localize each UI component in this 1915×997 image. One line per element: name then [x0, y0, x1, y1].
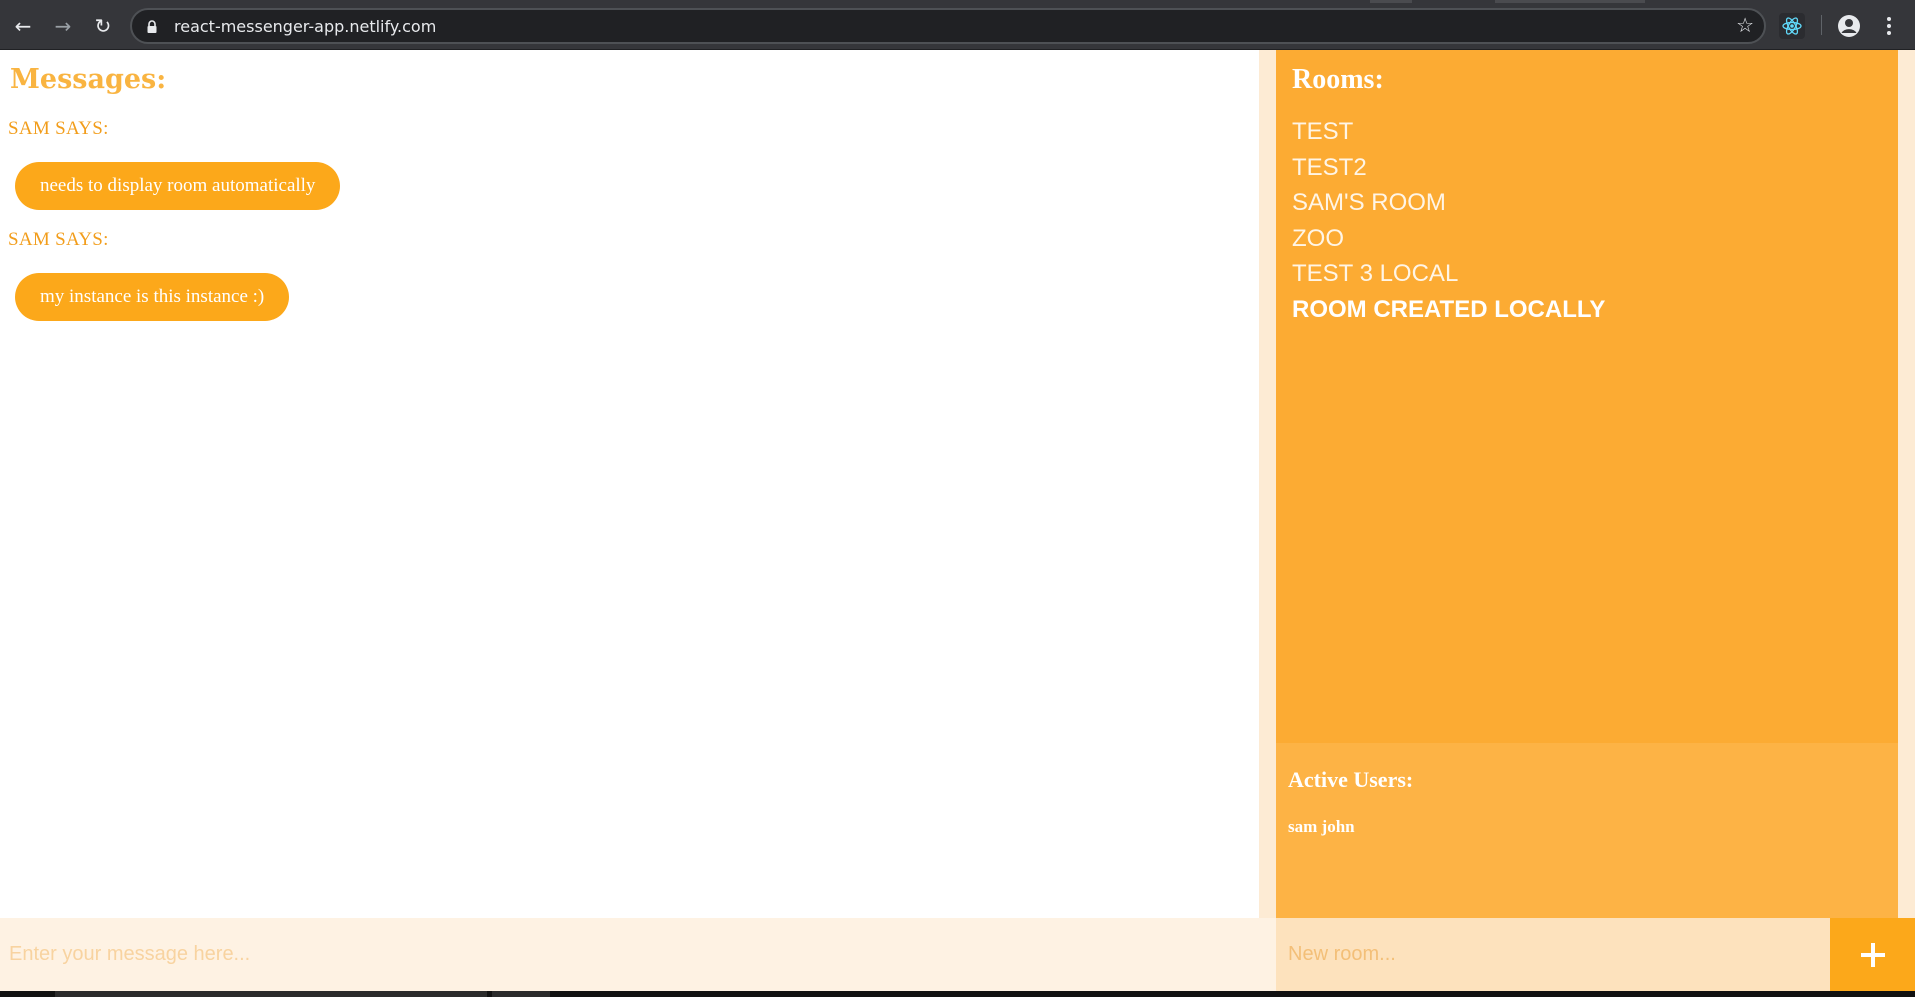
messages-pane: Messages: SAM SAYS: needs to display roo…: [0, 50, 1259, 918]
active-user-name: sam john: [1288, 817, 1355, 836]
taskbar-edge: [0, 991, 1915, 997]
back-icon[interactable]: ←: [9, 12, 37, 40]
react-devtools-extension-icon[interactable]: [1779, 13, 1805, 39]
forward-icon[interactable]: →: [49, 12, 77, 40]
address-bar[interactable]: react-messenger-app.netlify.com ☆: [130, 8, 1766, 44]
room-item-test[interactable]: TEST: [1292, 114, 1605, 150]
sidebar-gutter: [1259, 50, 1276, 918]
bookmark-star-icon[interactable]: ☆: [1736, 13, 1754, 37]
room-list: TEST TEST2 SAM'S ROOM ZOO TEST 3 LOCAL R…: [1292, 114, 1605, 327]
browser-menu-icon[interactable]: [1876, 12, 1902, 40]
room-item-test-3-local[interactable]: TEST 3 LOCAL: [1292, 256, 1605, 292]
message-bubble: my instance is this instance :): [15, 273, 290, 321]
active-users-heading: Active Users:: [1288, 767, 1414, 792]
browser-toolbar: ← → ↻ react-messenger-app.netlify.com ☆: [0, 0, 1915, 50]
tab-strip-edge: [1495, 0, 1645, 3]
url-text[interactable]: react-messenger-app.netlify.com: [174, 16, 436, 38]
messages-heading: Messages:: [10, 64, 167, 95]
room-item-test2[interactable]: TEST2: [1292, 150, 1605, 186]
message-sender: SAM SAYS:: [8, 229, 109, 250]
message-input[interactable]: [0, 918, 1276, 991]
sidebar-gutter: [1898, 50, 1915, 918]
reload-icon[interactable]: ↻: [89, 12, 117, 40]
tab-strip-edge: [1370, 0, 1412, 3]
add-room-button[interactable]: [1830, 918, 1915, 991]
plus-icon: [1860, 942, 1885, 967]
message-sender: SAM SAYS:: [8, 118, 109, 139]
account-icon[interactable]: [1836, 13, 1862, 39]
room-item-room-created-locally[interactable]: ROOM CREATED LOCALLY: [1292, 292, 1605, 328]
rooms-sidebar: Rooms: TEST TEST2 SAM'S ROOM ZOO TEST 3 …: [1276, 50, 1898, 918]
message-bubble: needs to display room automatically: [15, 162, 341, 210]
room-item-zoo[interactable]: ZOO: [1292, 221, 1605, 257]
new-room-input[interactable]: [1276, 918, 1830, 991]
lock-icon: [147, 20, 157, 33]
rooms-heading: Rooms:: [1292, 64, 1384, 95]
room-item-sams-room[interactable]: SAM'S ROOM: [1292, 185, 1605, 221]
active-users-panel: Active Users: sam john: [1276, 743, 1898, 918]
toolbar-divider: [1821, 15, 1822, 35]
app-page: Messages: SAM SAYS: needs to display roo…: [0, 50, 1915, 991]
